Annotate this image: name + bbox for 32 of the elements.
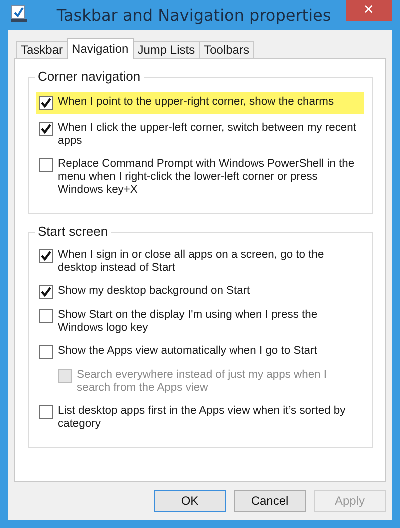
checkbox[interactable] bbox=[39, 96, 53, 110]
option-label: Show my desktop background on Start bbox=[58, 285, 250, 298]
dialog-button[interactable]: Cancel bbox=[234, 490, 306, 512]
tab[interactable]: Jump Lists bbox=[132, 41, 200, 58]
tab[interactable]: Toolbars bbox=[199, 41, 254, 58]
option-label: Search everywhere instead of just my apps when I search from the Apps view bbox=[77, 369, 328, 395]
option-label: Replace Command Prompt with Windows PowerShell in the menu when I right-click the lower-left corner or press Windows key+X bbox=[58, 158, 356, 197]
tab[interactable]: Navigation bbox=[67, 38, 134, 59]
option-label: List desktop apps first in the Apps view when it’s sorted by category bbox=[58, 405, 347, 431]
checkbox[interactable] bbox=[39, 249, 53, 263]
option-label: When I sign in or close all apps on a screen, go to the desktop instead of Start bbox=[58, 249, 326, 275]
checkbox[interactable] bbox=[39, 158, 53, 172]
checkbox[interactable] bbox=[39, 122, 53, 136]
group-title: Corner navigation bbox=[35, 69, 144, 84]
checkbox[interactable] bbox=[39, 309, 53, 323]
window-title: Taskbar and Navigation properties bbox=[56, 6, 332, 24]
option-label: Show Start on the display I'm using when I press the Windows logo key bbox=[58, 309, 319, 335]
checkbox[interactable] bbox=[39, 285, 53, 299]
option-label: Show the Apps view automatically when I go to Start bbox=[58, 345, 318, 358]
dialog-button[interactable]: OK bbox=[154, 490, 226, 512]
checkbox[interactable] bbox=[39, 345, 53, 359]
app-icon bbox=[10, 5, 28, 23]
group-title: Start screen bbox=[35, 224, 112, 239]
checkmark-icon bbox=[40, 97, 52, 109]
checkmark-icon bbox=[40, 123, 52, 135]
option-label: When I point to the upper-right corner, show the charms bbox=[58, 96, 334, 109]
close-button[interactable]: ✕ bbox=[346, 0, 392, 21]
tab[interactable]: Taskbar bbox=[16, 41, 68, 58]
option-label: When I click the upper-left corner, switch between my recent apps bbox=[58, 122, 358, 148]
checkbox[interactable] bbox=[39, 405, 53, 419]
checkmark-icon bbox=[40, 286, 52, 298]
checkmark-icon bbox=[40, 250, 52, 262]
